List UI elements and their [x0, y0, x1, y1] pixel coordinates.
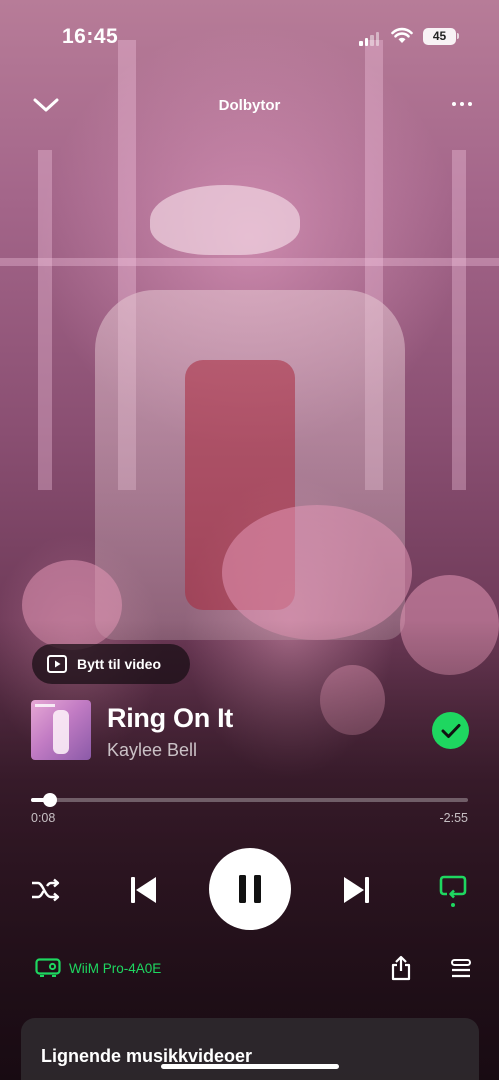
song-title[interactable]: Ring On It — [107, 703, 233, 734]
checkmark-icon — [441, 723, 460, 738]
video-play-icon — [47, 655, 67, 673]
background-pillar — [452, 150, 466, 490]
previous-track-icon — [131, 877, 156, 903]
speaker-device-icon — [35, 958, 61, 977]
switch-to-video-label: Bytt til video — [77, 656, 162, 672]
share-icon[interactable] — [390, 955, 412, 981]
progress-bar[interactable] — [31, 793, 468, 807]
home-indicator[interactable] — [161, 1064, 339, 1069]
related-music-videos-card[interactable]: Lignende musikkvideoer — [21, 1018, 479, 1080]
pause-icon — [239, 875, 261, 903]
background-rail — [0, 258, 499, 266]
switch-to-video-button[interactable]: Bytt til video — [32, 644, 190, 684]
playlist-context-title[interactable]: Dolbytor — [0, 97, 499, 114]
elapsed-time: 0:08 — [31, 811, 56, 825]
repeat-button[interactable] — [435, 872, 471, 910]
artist-name[interactable]: Kaylee Bell — [107, 740, 197, 761]
queue-icon[interactable] — [451, 959, 471, 979]
previous-track-button[interactable] — [125, 872, 161, 908]
album-art[interactable] — [31, 700, 91, 760]
cellular-signal-icon — [359, 32, 379, 46]
remaining-time: -2:55 — [439, 811, 469, 825]
track-info: Ring On It Kaylee Bell — [31, 700, 471, 762]
battery-tip — [457, 33, 459, 39]
progress-track — [31, 798, 468, 802]
connected-device-button[interactable]: WiiM Pro-4A0E — [35, 958, 161, 978]
device-and-actions-row: WiiM Pro-4A0E — [0, 955, 499, 983]
cowboy-hat — [150, 185, 300, 255]
next-track-icon — [344, 877, 369, 903]
battery-icon: 45 — [423, 28, 456, 45]
status-time: 16:45 — [62, 25, 119, 48]
wifi-icon — [391, 27, 413, 43]
status-bar: 16:45 45 — [0, 0, 499, 70]
repeat-icon — [439, 875, 467, 907]
playback-controls — [0, 848, 499, 932]
shuffle-button[interactable] — [27, 873, 65, 907]
player-header: Dolbytor — [0, 88, 499, 122]
pause-button[interactable] — [209, 848, 291, 930]
next-track-button[interactable] — [339, 872, 375, 908]
shuffle-icon — [32, 878, 60, 902]
more-options-icon[interactable] — [452, 102, 472, 106]
background-pillar — [38, 150, 52, 490]
liked-check-button[interactable] — [432, 712, 469, 749]
connected-device-name: WiiM Pro-4A0E — [69, 960, 162, 976]
